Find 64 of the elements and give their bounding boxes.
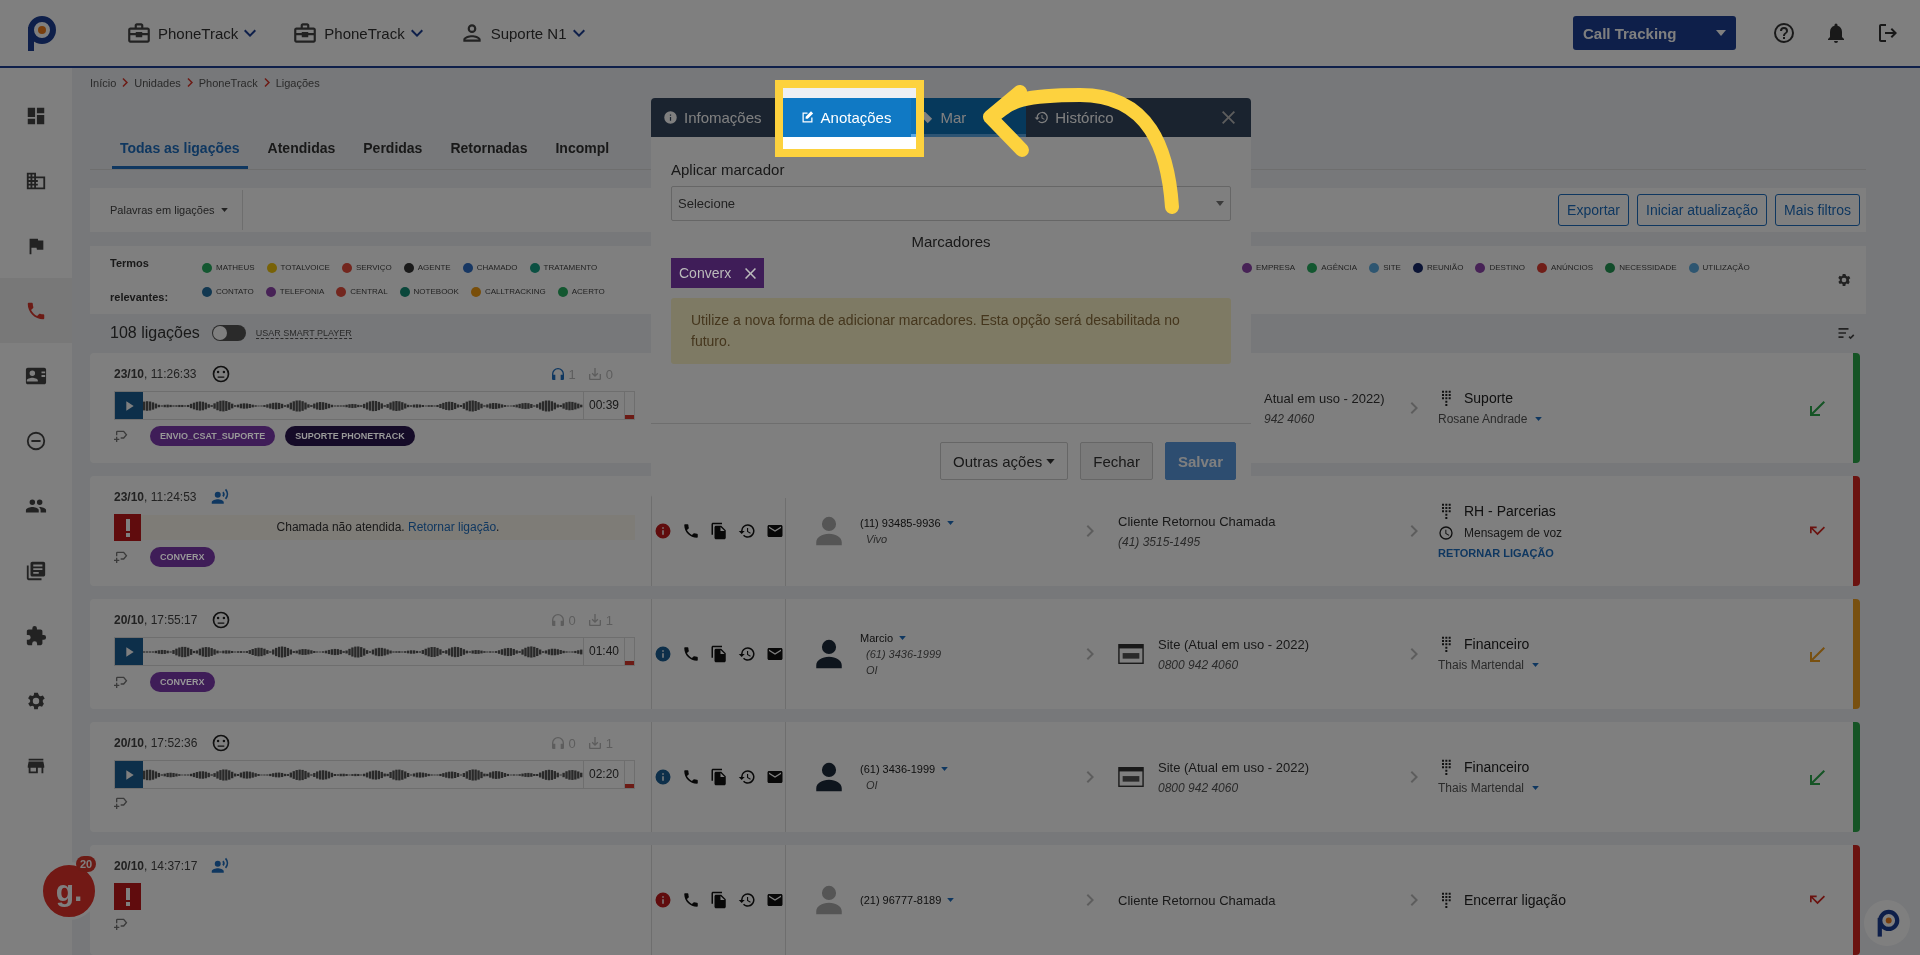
caller-number[interactable]: (61) 3436-1999 bbox=[860, 763, 949, 775]
call-datetime: 23/10, 11:24:53 bbox=[114, 490, 197, 504]
call-datetime: 20/10, 14:37:17 bbox=[114, 859, 198, 873]
destination-number: 942 4060 bbox=[1264, 411, 1316, 426]
voicemail-label: Mensagem de voz bbox=[1464, 526, 1563, 540]
breadcrumb-link[interactable]: Início bbox=[90, 76, 117, 89]
breadcrumb-link[interactable]: PhoneTrack bbox=[198, 76, 258, 89]
carrier: Vivo bbox=[865, 533, 889, 545]
destination-name: Site (Atual em uso - 2022) bbox=[1158, 759, 1310, 775]
section-title: Marcadores bbox=[910, 233, 992, 250]
term-label[interactable]: CENTRAL bbox=[350, 287, 388, 297]
term-label[interactable]: TOTALVOICE bbox=[280, 263, 330, 273]
carrier: OI bbox=[865, 779, 879, 791]
term-label[interactable]: SERVIÇO bbox=[355, 263, 392, 273]
tag[interactable]: ENVIO_CSAT_SUPORTE bbox=[150, 426, 276, 446]
tag[interactable]: CONVERX bbox=[150, 547, 215, 567]
department-name: Suporte bbox=[1464, 390, 1514, 406]
destination-number: (41) 3515-1495 bbox=[1118, 534, 1202, 549]
term-label[interactable]: UTILIZAÇÃO bbox=[1702, 263, 1750, 273]
incoming-arrow-icon bbox=[1810, 646, 1825, 662]
caller-number[interactable]: (21) 96777-8189 bbox=[860, 894, 955, 906]
terms-label: Termos relevantes: bbox=[110, 255, 170, 305]
term-label[interactable]: REUNIÃO bbox=[1426, 263, 1464, 273]
call-datetime: 23/10, 11:26:33 bbox=[114, 367, 197, 381]
call-datetime: 20/10, 17:52:36 bbox=[114, 736, 198, 750]
term-label[interactable]: ANÚNCIOS bbox=[1550, 263, 1594, 273]
department-name: Encerrar ligação bbox=[1464, 892, 1566, 908]
department-name: RH - Parcerias bbox=[1464, 503, 1556, 519]
incoming-arrow-icon bbox=[1810, 400, 1825, 416]
dialog-tab[interactable]: Anotações bbox=[781, 98, 912, 137]
destination-name: Site (Atual em uso - 2022) bbox=[1158, 636, 1310, 652]
carrier: OI bbox=[865, 664, 879, 676]
destination-name: Cliente Retornou Chamada bbox=[1118, 513, 1276, 529]
term-label[interactable]: TRATAMENTO bbox=[543, 263, 598, 273]
tag-chip: Converx bbox=[671, 258, 765, 288]
call-count: 108 ligações bbox=[110, 324, 200, 343]
destination-name: Cliente Retornou Chamada bbox=[1118, 892, 1276, 908]
destination-name: Atual em uso - 2022) bbox=[1264, 390, 1385, 406]
incoming-arrow-icon bbox=[1810, 769, 1825, 785]
term-label[interactable]: CHAMADO bbox=[476, 263, 518, 273]
term-label[interactable]: CONTATO bbox=[216, 287, 254, 297]
caller-number[interactable]: (11) 93485-9936 bbox=[860, 517, 954, 529]
term-label[interactable]: AGÊNCIA bbox=[1321, 263, 1358, 273]
term-label[interactable]: DESTINO bbox=[1489, 263, 1525, 273]
term-label[interactable]: SITE bbox=[1383, 263, 1401, 273]
tag[interactable]: CONVERX bbox=[150, 672, 215, 692]
term-label[interactable]: TELEFONIA bbox=[279, 287, 325, 297]
term-label[interactable]: AGENTE bbox=[417, 263, 451, 273]
breadcrumb-link[interactable]: Ligações bbox=[275, 76, 320, 89]
destination-number: 0800 942 4060 bbox=[1158, 657, 1240, 672]
field-label: Aplicar marcador bbox=[671, 161, 786, 178]
term-label[interactable]: NOTEBOOK bbox=[413, 287, 459, 297]
department-name: Financeiro bbox=[1464, 759, 1530, 775]
term-label[interactable]: CALLTRACKING bbox=[484, 287, 546, 297]
term-label[interactable]: MATHEUS bbox=[216, 263, 255, 273]
term-label[interactable]: EMPRESA bbox=[1256, 263, 1296, 273]
term-label[interactable]: NECESSIDADE bbox=[1619, 263, 1677, 273]
term-label[interactable]: ACERTO bbox=[571, 287, 605, 297]
call-datetime: 20/10, 17:55:17 bbox=[114, 613, 198, 627]
tag[interactable]: SUPORTE PHONETRACK bbox=[285, 426, 415, 446]
remove-icon[interactable] bbox=[745, 267, 757, 279]
department-name: Financeiro bbox=[1464, 636, 1530, 652]
breadcrumb-link[interactable]: Unidades bbox=[134, 76, 181, 89]
destination-number: 0800 942 4060 bbox=[1158, 780, 1240, 795]
